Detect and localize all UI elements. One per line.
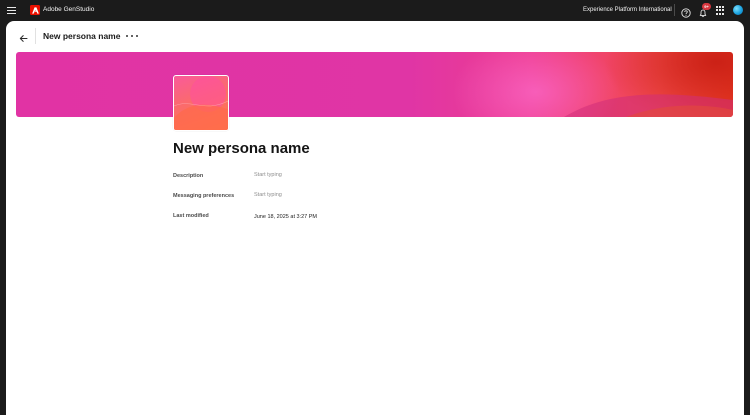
description-label: Description — [173, 173, 204, 179]
org-switcher[interactable]: Experience Platform International — [583, 5, 672, 15]
header-divider — [35, 28, 36, 44]
main-panel: New persona name New persona name Descri… — [6, 21, 744, 415]
topbar-divider — [674, 4, 675, 16]
messaging-preferences-field[interactable]: Start typing — [254, 191, 282, 199]
adobe-logo[interactable] — [30, 5, 40, 15]
page-title: New persona name — [43, 31, 121, 41]
top-bar: Adobe GenStudio Experience Platform Inte… — [0, 0, 750, 21]
persona-image[interactable] — [173, 75, 229, 131]
persona-banner — [16, 52, 733, 117]
app-name[interactable]: Adobe GenStudio — [43, 5, 94, 15]
last-modified-value: June 18, 2025 at 3:27 PM — [254, 214, 317, 220]
last-modified-label: Last modified — [173, 213, 209, 219]
app-grid-icon[interactable] — [716, 6, 725, 15]
help-icon[interactable] — [681, 5, 691, 18]
notification-badge: 9+ — [702, 3, 711, 10]
back-arrow-icon[interactable] — [18, 31, 29, 42]
description-field[interactable]: Start typing — [254, 171, 282, 179]
hamburger-menu-icon[interactable] — [7, 5, 18, 16]
messaging-preferences-label: Messaging preferences — [173, 193, 235, 199]
persona-name[interactable]: New persona name — [173, 139, 310, 159]
more-actions-icon[interactable] — [126, 31, 138, 41]
avatar[interactable] — [733, 5, 743, 15]
